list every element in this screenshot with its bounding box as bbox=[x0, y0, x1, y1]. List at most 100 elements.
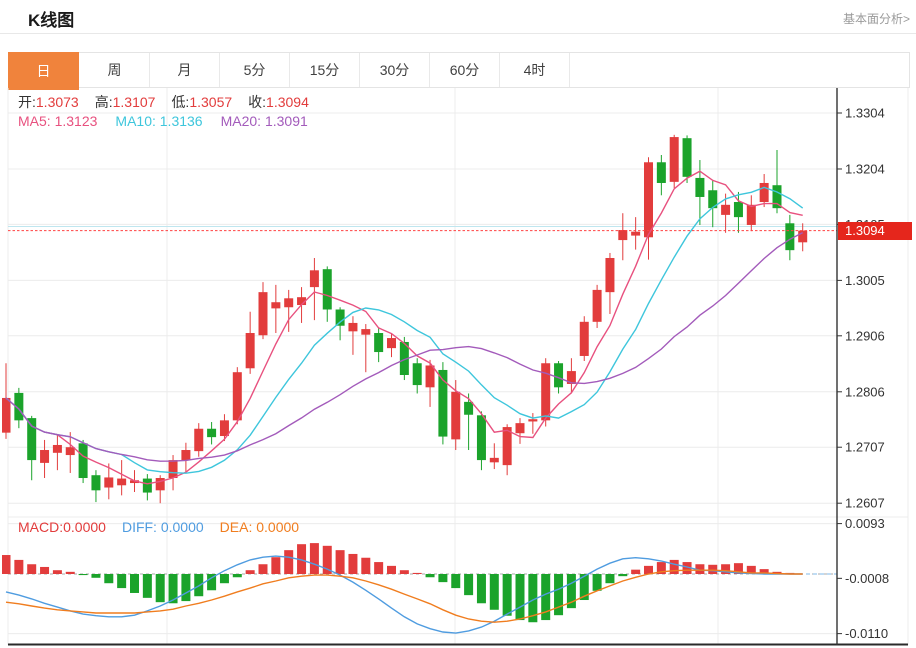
interval-tab-bar: 日周月5分15分30分60分4时 bbox=[8, 52, 910, 88]
macd-hist-bar bbox=[618, 574, 627, 576]
macd-axis-label: -0.0008 bbox=[845, 571, 889, 586]
last-price-badge: 1.3094 bbox=[838, 222, 912, 240]
dea-value: DEA: 0.0000 bbox=[220, 519, 299, 535]
macd-hist-bar bbox=[516, 574, 525, 620]
ma10-readout: MA10: 1.3136 bbox=[115, 113, 202, 129]
tab-月[interactable]: 月 bbox=[150, 53, 220, 87]
price-axis: 1.33041.32041.31051.30051.29061.28061.27… bbox=[8, 88, 889, 645]
macd-hist-bar bbox=[271, 557, 280, 574]
ma5-readout: MA5: 1.3123 bbox=[18, 113, 97, 129]
macd-hist-bar bbox=[490, 574, 499, 610]
ma-readout: MA5: 1.3123 MA10: 1.3136 MA20: 1.3091 bbox=[18, 113, 308, 129]
ma20-readout: MA20: 1.3091 bbox=[221, 113, 308, 129]
macd-readout: MACD:0.0000DIFF: 0.0000DEA: 0.0000 bbox=[18, 519, 299, 535]
candle-body bbox=[554, 363, 563, 387]
tab-30分[interactable]: 30分 bbox=[360, 53, 430, 87]
macd-hist-bar bbox=[426, 574, 435, 577]
candle-body bbox=[66, 447, 75, 455]
macd-hist-bar bbox=[66, 572, 75, 574]
price-axis-label: 1.2607 bbox=[845, 496, 885, 511]
tab-周[interactable]: 周 bbox=[80, 53, 150, 87]
macd-hist-bar bbox=[156, 574, 165, 602]
low-value: 1.3057 bbox=[189, 94, 232, 110]
macd-hist-bar bbox=[464, 574, 473, 595]
kline-page: K线图 基本面分析> 日周月5分15分30分60分4时 1.33041.3204… bbox=[0, 0, 916, 648]
candle-body bbox=[580, 322, 589, 356]
candle-body bbox=[348, 323, 357, 331]
macd-axis-label: -0.0110 bbox=[845, 626, 888, 641]
macd-hist-bar bbox=[593, 574, 602, 591]
ma-lines bbox=[6, 171, 803, 484]
macd-hist-bar bbox=[40, 567, 49, 574]
tab-5分[interactable]: 5分 bbox=[220, 53, 290, 87]
candle-body bbox=[2, 398, 11, 433]
candle-body bbox=[233, 372, 242, 420]
ma5-line bbox=[6, 171, 803, 484]
candle-body bbox=[336, 309, 345, 325]
candle-body bbox=[27, 418, 36, 460]
open-label: 开: bbox=[18, 94, 36, 110]
tab-60分[interactable]: 60分 bbox=[430, 53, 500, 87]
candle-body bbox=[207, 429, 216, 437]
fundamental-analysis-link[interactable]: 基本面分析> bbox=[843, 10, 910, 27]
macd-hist-bar bbox=[181, 574, 190, 601]
gridlines bbox=[8, 88, 908, 645]
macd-hist-bar bbox=[14, 560, 23, 574]
candle-body bbox=[387, 338, 396, 348]
macd-hist-bar bbox=[451, 574, 460, 588]
macd-hist-bar bbox=[143, 574, 152, 598]
macd-hist-bar bbox=[708, 565, 717, 574]
macd-hist-bar bbox=[413, 573, 422, 574]
macd-hist-bar bbox=[53, 570, 62, 574]
candle-body bbox=[310, 270, 319, 287]
candle-body bbox=[143, 479, 152, 493]
candle-body bbox=[284, 298, 293, 307]
page-title: K线图 bbox=[28, 6, 74, 31]
candle-body bbox=[181, 450, 190, 460]
low-label: 低: bbox=[171, 94, 189, 110]
tab-4时[interactable]: 4时 bbox=[500, 53, 570, 87]
macd-hist-bar bbox=[477, 574, 486, 603]
macd-hist-bar bbox=[220, 574, 229, 583]
candle-body bbox=[798, 231, 807, 243]
candle-body bbox=[53, 445, 62, 453]
candle-body bbox=[413, 363, 422, 385]
open-value: 1.3073 bbox=[36, 94, 79, 110]
macd-hist-bar bbox=[361, 558, 370, 574]
candle-body bbox=[773, 185, 782, 208]
macd-hist-bar bbox=[2, 555, 11, 574]
candlestick-series bbox=[2, 135, 807, 503]
macd-hist-bar bbox=[27, 564, 36, 574]
macd-hist-bar bbox=[670, 560, 679, 574]
kline-chart-canvas[interactable]: 1.33041.32041.31051.30051.29061.28061.27… bbox=[2, 88, 910, 647]
title-divider bbox=[0, 33, 916, 34]
macd-hist-bar bbox=[605, 574, 614, 583]
price-axis-label: 1.2707 bbox=[845, 440, 885, 455]
close-label: 收: bbox=[248, 94, 266, 110]
macd-hist-bar bbox=[91, 574, 100, 578]
tab-日[interactable]: 日 bbox=[8, 52, 79, 90]
high-label: 高: bbox=[95, 94, 113, 110]
macd-hist-bar bbox=[130, 574, 139, 593]
macd-axis-label: 0.0093 bbox=[845, 516, 885, 531]
macd-hist-bar bbox=[400, 570, 409, 574]
price-axis-label: 1.2906 bbox=[845, 328, 885, 343]
candle-body bbox=[605, 258, 614, 292]
macd-hist-bar bbox=[503, 574, 512, 616]
candle-body bbox=[760, 183, 769, 202]
candle-body bbox=[259, 292, 268, 335]
candle-body bbox=[117, 479, 126, 486]
macd-hist-bar bbox=[117, 574, 126, 588]
candle-body bbox=[79, 443, 88, 478]
candle-body bbox=[683, 138, 692, 177]
candle-body bbox=[374, 333, 383, 352]
macd-hist-bar bbox=[631, 570, 640, 574]
candle-body bbox=[464, 402, 473, 415]
candle-body bbox=[695, 178, 704, 197]
price-axis-label: 1.3005 bbox=[845, 273, 885, 288]
tab-15分[interactable]: 15分 bbox=[290, 53, 360, 87]
candle-body bbox=[477, 415, 486, 460]
candle-body bbox=[785, 223, 794, 250]
candle-body bbox=[503, 427, 512, 465]
diff-value: DIFF: 0.0000 bbox=[122, 519, 204, 535]
